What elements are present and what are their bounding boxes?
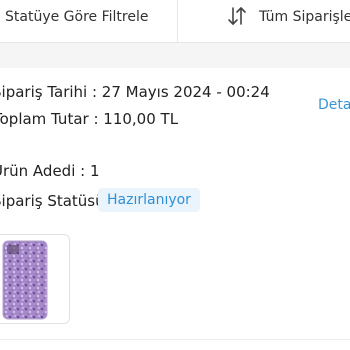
order-card[interactable]: Sipariş Tarihi : 27 Mayıs 2024 - 00:24 T… [0, 68, 350, 350]
orders-page: Statüye Göre Filtrele Tüm Siparişler Sip… [0, 0, 350, 350]
section-gap [0, 43, 350, 68]
order-total: Toplam Tutar : 110,00 TL [0, 110, 179, 128]
sort-label: Tüm Siparişler [259, 9, 350, 25]
order-detail-link[interactable]: Detay [318, 97, 350, 113]
sort-arrows-icon [228, 7, 246, 25]
status-filter-label: Statüye Göre Filtrele [5, 9, 149, 25]
status-badge: Hazırlanıyor [98, 188, 200, 212]
glitter-phone-case-image [2, 240, 48, 320]
divider [0, 339, 350, 340]
order-date: Sipariş Tarihi : 27 Mayıs 2024 - 00:24 [0, 83, 270, 101]
status-filter-button[interactable]: Statüye Göre Filtrele [0, 0, 178, 42]
product-thumbnail[interactable] [0, 234, 70, 324]
filter-bar: Statüye Göre Filtrele Tüm Siparişler [0, 0, 350, 43]
order-quantity: Ürün Adedi : 1 [0, 162, 100, 180]
